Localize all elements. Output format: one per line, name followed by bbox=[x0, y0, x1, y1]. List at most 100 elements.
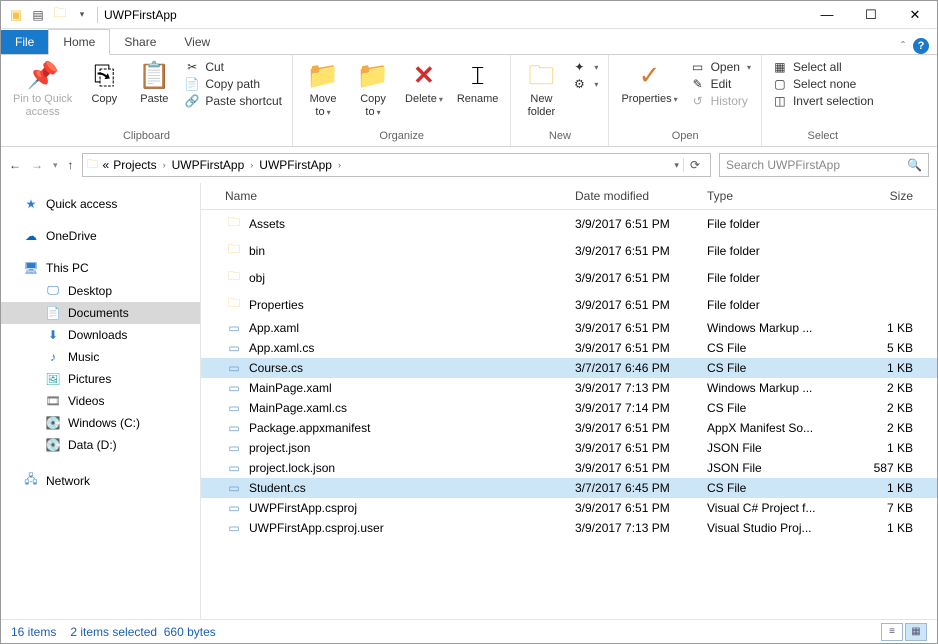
open-icon: ▭ bbox=[690, 60, 706, 74]
address-bar[interactable]: 🗀 « Projects› UWPFirstApp› UWPFirstApp› … bbox=[82, 153, 711, 177]
file-type: CS File bbox=[707, 401, 857, 415]
file-row[interactable]: ▭project.lock.json3/9/2017 6:51 PMJSON F… bbox=[201, 458, 937, 478]
file-row[interactable]: 🗀obj3/9/2017 6:51 PMFile folder bbox=[201, 264, 937, 291]
maximize-button[interactable]: ☐ bbox=[849, 1, 893, 29]
file-row[interactable]: ▭App.xaml3/9/2017 6:51 PMWindows Markup … bbox=[201, 318, 937, 338]
nav-downloads[interactable]: ⬇Downloads bbox=[1, 324, 200, 346]
col-type[interactable]: Type bbox=[707, 189, 857, 203]
file-row[interactable]: 🗀Properties3/9/2017 6:51 PMFile folder bbox=[201, 291, 937, 318]
network-icon: 🖧 bbox=[23, 470, 39, 491]
app-icon: ▣ bbox=[7, 6, 25, 24]
col-size[interactable]: Size bbox=[857, 189, 937, 203]
nav-documents[interactable]: 📄Documents bbox=[1, 302, 200, 324]
history-button[interactable]: ↺History bbox=[686, 93, 755, 109]
file-row[interactable]: ▭UWPFirstApp.csproj3/9/2017 6:51 PMVisua… bbox=[201, 498, 937, 518]
col-date[interactable]: Date modified bbox=[575, 189, 707, 203]
downloads-icon: ⬇ bbox=[45, 328, 61, 342]
file-icon: ▭ bbox=[225, 361, 243, 375]
properties-button[interactable]: ✓ Properties bbox=[615, 57, 683, 108]
copy-path-button[interactable]: 📄Copy path bbox=[180, 76, 286, 92]
move-icon: 📁 bbox=[307, 59, 339, 93]
star-icon: ★ bbox=[23, 197, 39, 211]
select-none-button[interactable]: ▢Select none bbox=[768, 76, 878, 92]
recent-button[interactable]: ▾ bbox=[53, 160, 58, 171]
nav-pictures[interactable]: 🖼Pictures bbox=[1, 368, 200, 390]
file-row[interactable]: ▭Student.cs3/7/2017 6:45 PMCS File1 KB bbox=[201, 478, 937, 498]
minimize-button[interactable]: — bbox=[805, 1, 849, 29]
file-row[interactable]: ▭UWPFirstApp.csproj.user3/9/2017 7:13 PM… bbox=[201, 518, 937, 538]
nav-videos[interactable]: 🎞Videos bbox=[1, 390, 200, 412]
nav-onedrive[interactable]: ☁OneDrive bbox=[1, 225, 200, 247]
cut-button[interactable]: ✂Cut bbox=[180, 59, 286, 75]
easy-access-button[interactable]: ⚙ bbox=[567, 76, 602, 92]
view-details-button[interactable]: ≡ bbox=[881, 623, 903, 641]
file-icon: ▭ bbox=[225, 341, 243, 355]
file-row[interactable]: ▭App.xaml.cs3/9/2017 6:51 PMCS File5 KB bbox=[201, 338, 937, 358]
open-button[interactable]: ▭Open bbox=[686, 59, 755, 75]
view-large-button[interactable]: ▦ bbox=[905, 623, 927, 641]
rename-button[interactable]: 𝙸 Rename bbox=[451, 57, 505, 108]
file-type: File folder bbox=[707, 298, 857, 312]
nav-this-pc[interactable]: 🖥This PC bbox=[1, 257, 200, 279]
file-name: project.lock.json bbox=[249, 461, 575, 475]
refresh-button[interactable]: ⟳ bbox=[683, 158, 706, 172]
close-button[interactable]: ✕ bbox=[893, 1, 937, 29]
file-name: Course.cs bbox=[249, 361, 575, 375]
address-dropdown-icon[interactable]: ▾ bbox=[674, 160, 679, 171]
nav-drive-c[interactable]: 💽Windows (C:) bbox=[1, 412, 200, 434]
file-date: 3/9/2017 6:51 PM bbox=[575, 341, 707, 355]
paste-shortcut-button[interactable]: 🔗Paste shortcut bbox=[180, 93, 286, 109]
help-icon[interactable]: ? bbox=[913, 38, 929, 54]
breadcrumb-seg[interactable]: UWPFirstApp bbox=[170, 158, 247, 172]
file-row[interactable]: 🗀Assets3/9/2017 6:51 PMFile folder bbox=[201, 210, 937, 237]
pin-button[interactable]: 📌 Pin to Quick access bbox=[7, 57, 78, 120]
copy-path-icon: 📄 bbox=[184, 77, 200, 91]
file-name: obj bbox=[249, 271, 575, 285]
history-icon: ↺ bbox=[690, 94, 706, 108]
breadcrumb-seg[interactable]: Projects bbox=[111, 158, 158, 172]
file-row[interactable]: ▭MainPage.xaml3/9/2017 7:13 PMWindows Ma… bbox=[201, 378, 937, 398]
new-item-button[interactable]: ✦ bbox=[567, 59, 602, 75]
edit-button[interactable]: ✎Edit bbox=[686, 76, 755, 92]
nav-desktop[interactable]: 🖵Desktop bbox=[1, 279, 200, 302]
nav-quick-access[interactable]: ★Quick access bbox=[1, 193, 200, 215]
delete-button[interactable]: ✕ Delete bbox=[399, 57, 449, 108]
invert-selection-button[interactable]: ◫Invert selection bbox=[768, 93, 878, 109]
search-box[interactable]: Search UWPFirstApp 🔍 bbox=[719, 153, 929, 177]
tab-file[interactable]: File bbox=[1, 30, 48, 54]
back-button[interactable]: ← bbox=[9, 158, 21, 172]
qat-properties-icon[interactable]: ▤ bbox=[29, 6, 47, 24]
nav-music[interactable]: ♪Music bbox=[1, 346, 200, 368]
file-size: 1 KB bbox=[857, 441, 937, 455]
desktop-icon: 🖵 bbox=[45, 283, 61, 298]
file-row[interactable]: ▭Package.appxmanifest3/9/2017 6:51 PMApp… bbox=[201, 418, 937, 438]
address-row: ← → ▾ ↑ 🗀 « Projects› UWPFirstApp› UWPFi… bbox=[1, 147, 937, 183]
breadcrumb-seg[interactable]: UWPFirstApp bbox=[257, 158, 334, 172]
qat-newfolder-icon[interactable]: 🗀 bbox=[51, 6, 69, 24]
nav-pane: ★Quick access ☁OneDrive 🖥This PC 🖵Deskto… bbox=[1, 183, 201, 619]
move-to-button[interactable]: 📁 Move to bbox=[299, 57, 347, 120]
file-rows: 🗀Assets3/9/2017 6:51 PMFile folder🗀bin3/… bbox=[201, 210, 937, 619]
file-row[interactable]: 🗀bin3/9/2017 6:51 PMFile folder bbox=[201, 237, 937, 264]
paste-button[interactable]: 📋 Paste bbox=[130, 57, 178, 108]
breadcrumb-overflow[interactable]: « bbox=[101, 158, 112, 172]
new-folder-button[interactable]: 🗀 New folder bbox=[517, 57, 565, 120]
tab-view[interactable]: View bbox=[170, 30, 224, 54]
col-name[interactable]: Name bbox=[225, 189, 575, 203]
copy-button[interactable]: ⎘ Copy bbox=[80, 57, 128, 108]
qat-dropdown-icon[interactable]: ▾ bbox=[73, 6, 91, 24]
file-row[interactable]: ▭project.json3/9/2017 6:51 PMJSON File1 … bbox=[201, 438, 937, 458]
file-row[interactable]: ▭MainPage.xaml.cs3/9/2017 7:14 PMCS File… bbox=[201, 398, 937, 418]
file-row[interactable]: ▭Course.cs3/7/2017 6:46 PMCS File1 KB bbox=[201, 358, 937, 378]
nav-drive-d[interactable]: 💽Data (D:) bbox=[1, 434, 200, 456]
tab-home[interactable]: Home bbox=[48, 29, 110, 55]
forward-button[interactable]: → bbox=[31, 158, 43, 172]
tab-share[interactable]: Share bbox=[110, 30, 170, 54]
pictures-icon: 🖼 bbox=[45, 372, 61, 386]
up-button[interactable]: ↑ bbox=[68, 158, 74, 172]
copy-to-button[interactable]: 📁 Copy to bbox=[349, 57, 397, 120]
nav-network[interactable]: 🖧Network bbox=[1, 466, 200, 495]
select-all-button[interactable]: ▦Select all bbox=[768, 59, 878, 75]
file-size: 1 KB bbox=[857, 521, 937, 535]
collapse-ribbon-icon[interactable]: ˆ bbox=[901, 39, 905, 53]
